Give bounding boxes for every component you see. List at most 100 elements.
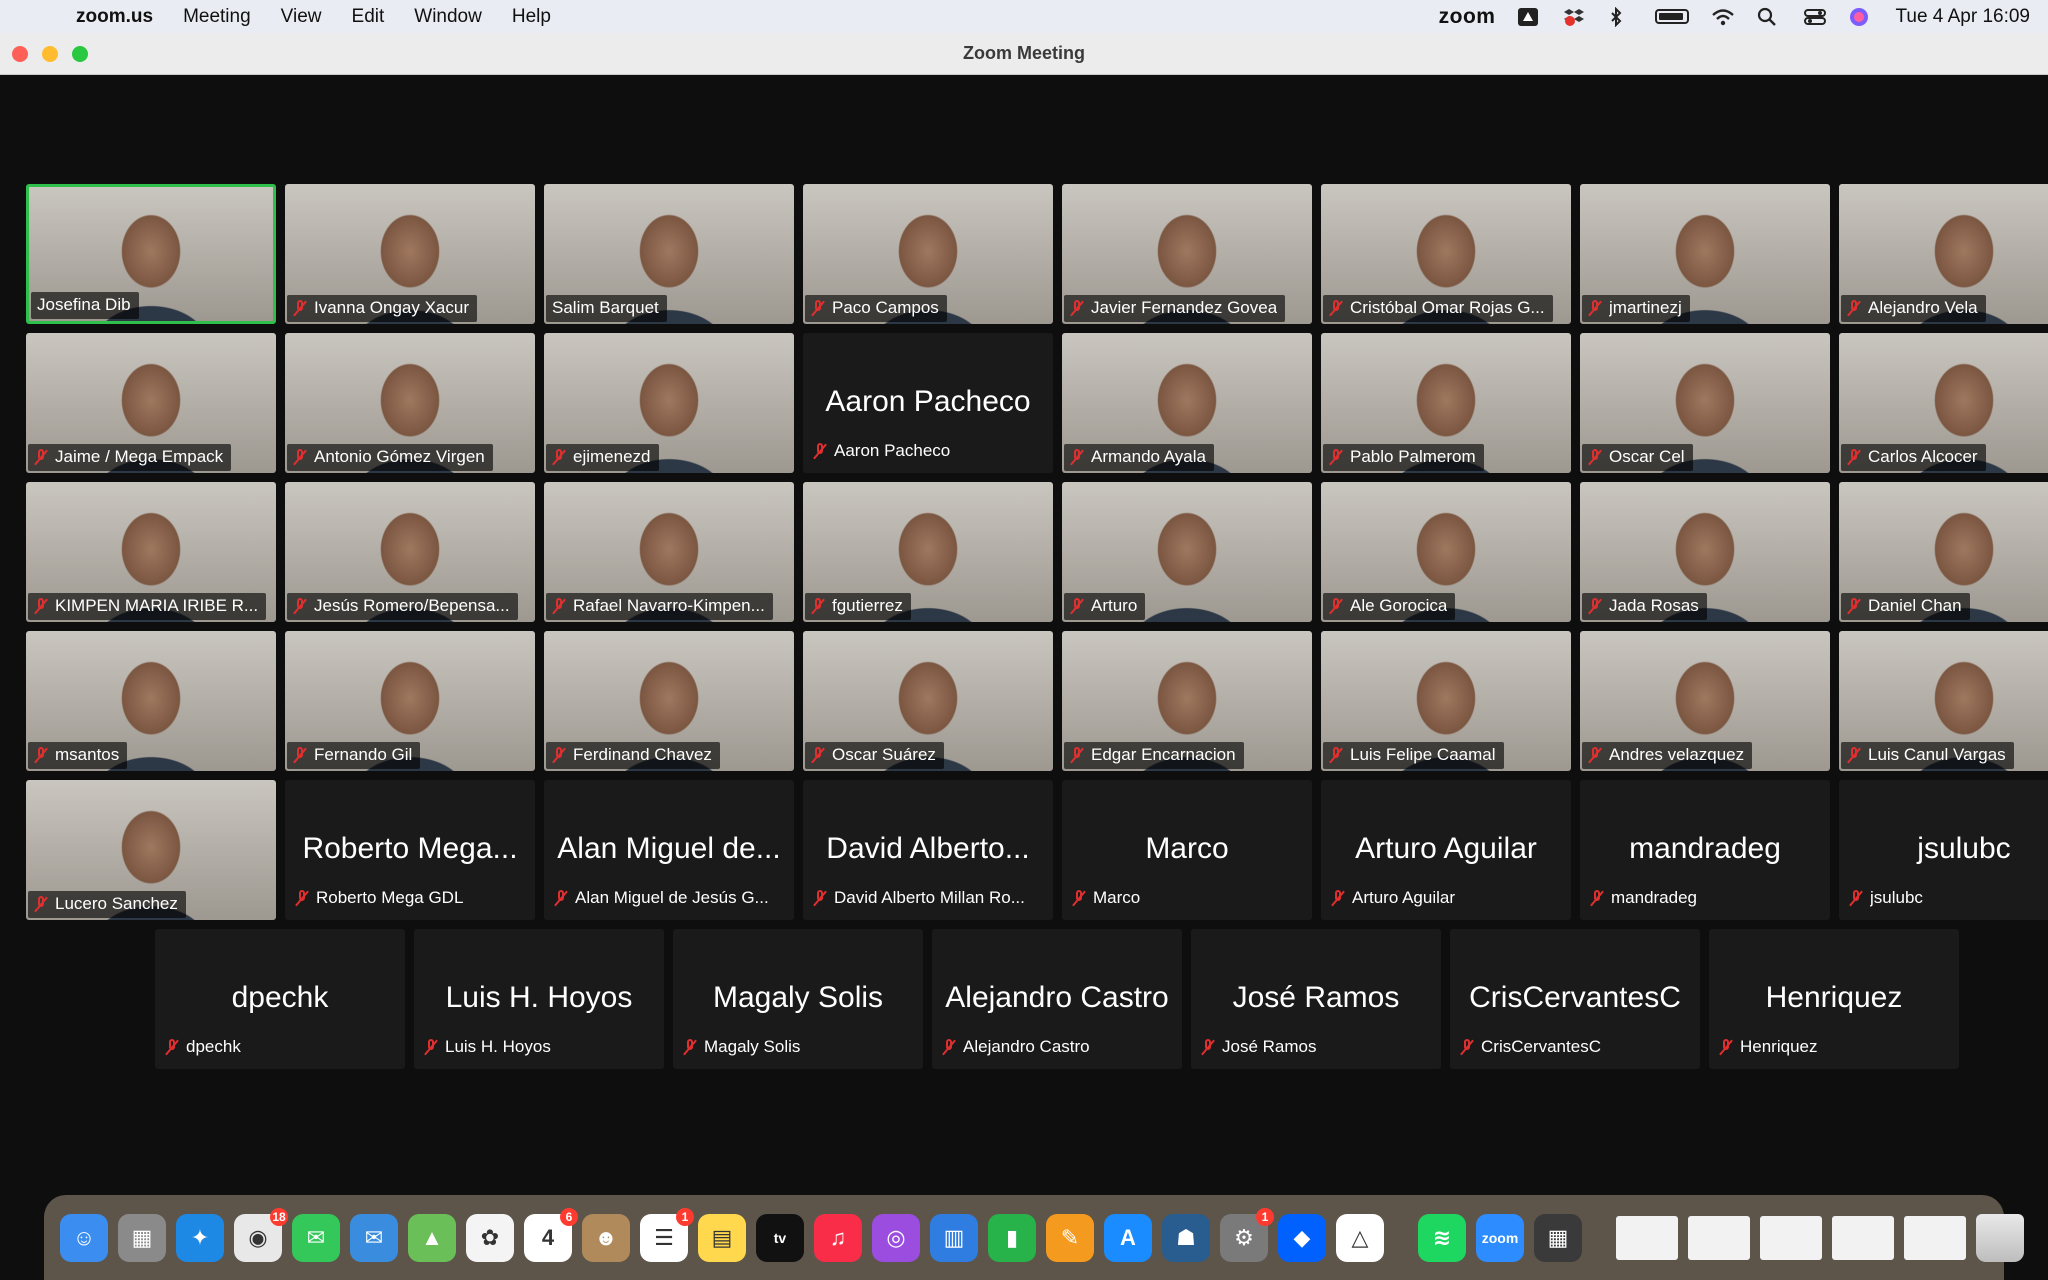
participant-tile[interactable]: Ivanna Ongay Xacur bbox=[285, 184, 535, 324]
participant-tile[interactable]: fgutierrez bbox=[803, 482, 1053, 622]
menu-view[interactable]: View bbox=[281, 6, 322, 28]
google-drive-icon[interactable]: △ bbox=[1336, 1213, 1384, 1262]
doc-thumbnail-icon[interactable] bbox=[1904, 1215, 1966, 1260]
launchpad-icon[interactable]: ▦ bbox=[118, 1213, 166, 1262]
menu-datetime[interactable]: Tue 4 Apr 16:09 bbox=[1895, 6, 2030, 28]
keynote-icon[interactable]: ▥ bbox=[930, 1213, 978, 1262]
participant-tile[interactable]: Henriquez Henriquez bbox=[1709, 929, 1959, 1069]
participant-tile[interactable]: jmartinezj bbox=[1580, 184, 1830, 324]
zoom-icon[interactable]: zoom bbox=[1476, 1213, 1524, 1262]
participant-tile[interactable]: Alan Miguel de... Alan Miguel de Jesús G.… bbox=[544, 780, 794, 920]
contacts-icon[interactable]: ☻ bbox=[582, 1213, 630, 1262]
participant-tile[interactable]: Oscar Suárez bbox=[803, 631, 1053, 771]
podcasts-icon[interactable]: ◎ bbox=[872, 1213, 920, 1262]
participant-tile[interactable]: Antonio Gómez Virgen bbox=[285, 333, 535, 473]
menu-help[interactable]: Help bbox=[512, 6, 551, 28]
participant-tile[interactable]: Paco Campos bbox=[803, 184, 1053, 324]
participant-tile[interactable]: Pablo Palmerom bbox=[1321, 333, 1571, 473]
bluetooth-icon[interactable] bbox=[1609, 6, 1633, 27]
participant-tile[interactable]: Roberto Mega... Roberto Mega GDL bbox=[285, 780, 535, 920]
app-store-icon[interactable]: A bbox=[1104, 1213, 1152, 1262]
control-center-icon[interactable] bbox=[1803, 7, 1827, 27]
pages-icon[interactable]: ✎ bbox=[1046, 1213, 1094, 1262]
muted-mic-icon bbox=[295, 890, 309, 906]
participant-tile[interactable]: Arturo bbox=[1062, 482, 1312, 622]
chrome-icon[interactable]: ◉ 18 bbox=[234, 1207, 288, 1262]
participant-tile[interactable]: CrisCervantesC CrisCervantesC bbox=[1450, 929, 1700, 1069]
participant-tile[interactable]: Edgar Encarnacion bbox=[1062, 631, 1312, 771]
participant-tile[interactable]: Magaly Solis Magaly Solis bbox=[673, 929, 923, 1069]
menu-app-name[interactable]: zoom.us bbox=[76, 6, 153, 28]
zoom-status-icon[interactable]: zoom bbox=[1439, 5, 1496, 29]
participant-tile[interactable]: Daniel Chan bbox=[1839, 482, 2048, 622]
participant-tile[interactable]: Luis Canul Vargas bbox=[1839, 631, 2048, 771]
menu-window[interactable]: Window bbox=[414, 6, 482, 28]
numbers-icon[interactable]: ▮ bbox=[988, 1213, 1036, 1262]
participant-tile[interactable]: Carlos Alcocer bbox=[1839, 333, 2048, 473]
notes-icon[interactable]: ▤ bbox=[698, 1213, 746, 1262]
participant-tile[interactable]: Rafael Navarro-Kimpen... bbox=[544, 482, 794, 622]
spotify-icon[interactable]: ≋ bbox=[1418, 1213, 1466, 1262]
participant-tile[interactable]: Marco Marco bbox=[1062, 780, 1312, 920]
dropbox-icon[interactable]: ◆ bbox=[1278, 1213, 1326, 1262]
dropbox-status-icon[interactable] bbox=[1563, 7, 1587, 27]
spotlight-search-icon[interactable] bbox=[1757, 7, 1781, 27]
doc-thumbnail-icon[interactable] bbox=[1760, 1215, 1822, 1260]
participant-tile[interactable]: KIMPEN MARIA IRIBE R... bbox=[26, 482, 276, 622]
menu-edit[interactable]: Edit bbox=[352, 6, 385, 28]
reminders-icon[interactable]: ☰ 1 bbox=[640, 1207, 694, 1262]
participant-tile[interactable]: Ferdinand Chavez bbox=[544, 631, 794, 771]
participant-tile[interactable]: Josefina Dib bbox=[26, 184, 276, 324]
participant-tile[interactable]: Ale Gorocica bbox=[1321, 482, 1571, 622]
battery-icon[interactable] bbox=[1655, 9, 1690, 24]
participant-tile[interactable]: Aaron Pacheco Aaron Pacheco bbox=[803, 333, 1053, 473]
participant-tile[interactable]: José Ramos José Ramos bbox=[1191, 929, 1441, 1069]
apple-tv-icon[interactable]: tv bbox=[756, 1213, 804, 1262]
mail-glyph: ✉ bbox=[364, 1224, 384, 1250]
wifi-icon[interactable] bbox=[1711, 7, 1735, 27]
messages-icon[interactable]: ✉ bbox=[292, 1213, 340, 1262]
participant-tile[interactable]: Lucero Sanchez bbox=[26, 780, 276, 920]
fullscreen-window-button[interactable] bbox=[72, 46, 88, 62]
participant-tile[interactable]: Jesús Romero/Bepensa... bbox=[285, 482, 535, 622]
participant-tile[interactable]: dpechk dpechk bbox=[155, 929, 405, 1069]
siri-icon[interactable] bbox=[1849, 7, 1873, 27]
doc-thumbnail-icon[interactable] bbox=[1832, 1215, 1894, 1260]
participant-tile[interactable]: jsulubc jsulubc bbox=[1839, 780, 2048, 920]
finder-icon[interactable]: ☺ bbox=[60, 1213, 108, 1262]
participant-tile[interactable]: mandradeg mandradeg bbox=[1580, 780, 1830, 920]
maps-icon[interactable]: ▲ bbox=[408, 1213, 456, 1262]
notification-app-icon[interactable] bbox=[1517, 7, 1541, 27]
safari-icon[interactable]: ✦ bbox=[176, 1213, 224, 1262]
kindle-icon[interactable]: ☗ bbox=[1162, 1213, 1210, 1262]
participant-tile[interactable]: Fernando Gil bbox=[285, 631, 535, 771]
participant-tile[interactable]: Jada Rosas bbox=[1580, 482, 1830, 622]
participant-tile[interactable]: msantos bbox=[26, 631, 276, 771]
doc-thumbnail-icon[interactable] bbox=[1688, 1215, 1750, 1260]
close-window-button[interactable] bbox=[12, 46, 28, 62]
calculator-icon[interactable]: ▦ bbox=[1534, 1213, 1582, 1262]
participant-tile[interactable]: Alejandro Vela bbox=[1839, 184, 2048, 324]
participant-tile[interactable]: Luis H. Hoyos Luis H. Hoyos bbox=[414, 929, 664, 1069]
menu-meeting[interactable]: Meeting bbox=[183, 6, 251, 28]
participant-tile[interactable]: Oscar Cel bbox=[1580, 333, 1830, 473]
participant-tile[interactable]: Arturo Aguilar Arturo Aguilar bbox=[1321, 780, 1571, 920]
trash-icon[interactable] bbox=[1976, 1213, 2024, 1262]
participant-tile[interactable]: David Alberto... David Alberto Millan Ro.… bbox=[803, 780, 1053, 920]
minimize-window-button[interactable] bbox=[42, 46, 58, 62]
participant-tile[interactable]: Jaime / Mega Empack bbox=[26, 333, 276, 473]
participant-tile[interactable]: Javier Fernandez Govea bbox=[1062, 184, 1312, 324]
doc-thumbnail-icon[interactable] bbox=[1616, 1215, 1678, 1260]
participant-tile[interactable]: Andres velazquez bbox=[1580, 631, 1830, 771]
music-icon[interactable]: ♫ bbox=[814, 1213, 862, 1262]
participant-tile[interactable]: Luis Felipe Caamal bbox=[1321, 631, 1571, 771]
mail-icon[interactable]: ✉ bbox=[350, 1213, 398, 1262]
calendar-icon[interactable]: 46 bbox=[524, 1207, 578, 1262]
participant-tile[interactable]: ejimenezd bbox=[544, 333, 794, 473]
participant-tile[interactable]: Alejandro Castro Alejandro Castro bbox=[932, 929, 1182, 1069]
participant-tile[interactable]: Salim Barquet bbox=[544, 184, 794, 324]
photos-icon[interactable]: ✿ bbox=[466, 1213, 514, 1262]
participant-tile[interactable]: Cristóbal Omar Rojas G... bbox=[1321, 184, 1571, 324]
participant-tile[interactable]: Armando Ayala bbox=[1062, 333, 1312, 473]
system-settings-icon[interactable]: ⚙ 1 bbox=[1220, 1207, 1274, 1262]
